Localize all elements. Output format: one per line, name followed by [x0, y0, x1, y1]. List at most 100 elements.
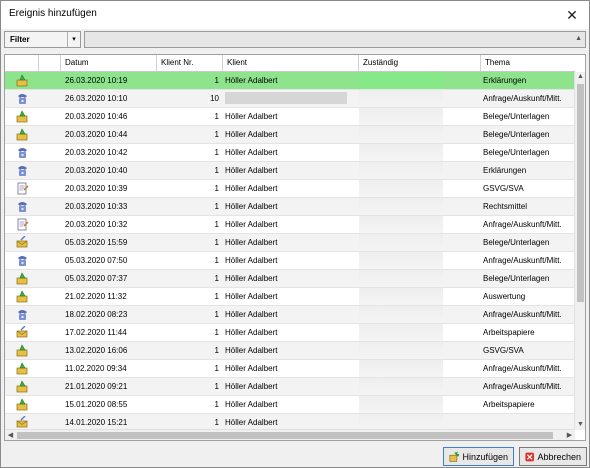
phone-icon	[5, 306, 39, 324]
chevron-up-icon[interactable]: ▲	[575, 35, 582, 42]
table-row[interactable]: 20.03.2020 10:40 1 Höller Adalbert Erklärun…	[5, 162, 575, 180]
table-row[interactable]: 21.02.2020 11:32 1 Höller Adalbert Auswertu…	[5, 288, 575, 306]
client-cell: Höller Adalbert	[225, 76, 278, 85]
filter-bar: Filter ▾ ▲	[4, 31, 586, 48]
client-cell: Höller Adalbert	[225, 166, 278, 175]
filter-input[interactable]: ▲	[84, 31, 586, 48]
vertical-scrollbar[interactable]: ▲ ▼	[574, 72, 585, 430]
header-klient[interactable]: Klient	[223, 55, 359, 71]
header-datum[interactable]: Datum	[61, 55, 157, 71]
redacted-zustaendig	[359, 90, 443, 107]
client-nr-cell: 1	[214, 274, 219, 283]
table-row[interactable]: 17.02.2020 11:44 1 Höller Adalbert Arbeitsp…	[5, 324, 575, 342]
table-row[interactable]: 15.01.2020 08:55 1 Höller Adalbert Arbeitsp…	[5, 396, 575, 414]
event-icon	[5, 108, 39, 126]
window-title: Ereignis hinzufügen	[9, 8, 97, 19]
redacted-zustaendig	[359, 144, 443, 161]
add-button-label: Hinzufügen	[462, 451, 508, 462]
client-nr-cell: 1	[214, 382, 219, 391]
phone-icon	[5, 90, 39, 108]
client-nr-cell: 1	[214, 112, 219, 121]
client-cell: Höller Adalbert	[225, 328, 278, 337]
table-row[interactable]: 05.03.2020 07:37 1 Höller Adalbert Belege/U…	[5, 270, 575, 288]
client-cell: Höller Adalbert	[225, 256, 278, 265]
table-row[interactable]: 11.02.2020 09:34 1 Höller Adalbert Anfrage/…	[5, 360, 575, 378]
mail-icon	[5, 234, 39, 252]
client-cell	[225, 90, 357, 108]
vertical-scroll-thumb[interactable]	[577, 84, 584, 302]
scroll-left-icon[interactable]: ◀	[5, 430, 16, 440]
table-row[interactable]: 20.03.2020 10:46 1 Höller Adalbert Belege/U…	[5, 108, 575, 126]
cancel-button[interactable]: Abbrechen	[519, 447, 587, 466]
table-row[interactable]: 26.03.2020 10:19 1 Höller Adalbert Erklärun…	[5, 72, 575, 90]
client-nr-cell: 1	[214, 292, 219, 301]
client-cell: Höller Adalbert	[225, 202, 278, 211]
redacted-zustaendig	[359, 288, 443, 305]
horizontal-scroll-thumb[interactable]	[17, 432, 553, 439]
header-blank-column	[39, 55, 61, 71]
table-row[interactable]: 05.03.2020 07:50 1 Höller Adalbert Anfrage/…	[5, 252, 575, 270]
topic-cell: Erklärungen	[483, 166, 527, 175]
date-cell: 20.03.2020 10:40	[65, 166, 128, 175]
date-cell: 20.03.2020 10:46	[65, 112, 128, 121]
close-button[interactable]: ✕	[555, 1, 589, 29]
event-icon	[5, 360, 39, 378]
add-button[interactable]: Hinzufügen	[443, 447, 514, 466]
redacted-zustaendig	[359, 198, 443, 215]
filter-label: Filter	[10, 35, 30, 44]
redacted-zustaendig	[359, 306, 443, 323]
client-cell: Höller Adalbert	[225, 184, 278, 193]
topic-cell: Rechtsmittel	[483, 202, 528, 211]
table-row[interactable]: 20.03.2020 10:33 1 Höller Adalbert Rechtsmi…	[5, 198, 575, 216]
client-cell: Höller Adalbert	[225, 148, 278, 157]
topic-cell: GSVG/SVA	[483, 346, 524, 355]
table-row[interactable]: 21.01.2020 09:21 1 Höller Adalbert Anfrage/…	[5, 378, 575, 396]
client-cell: Höller Adalbert	[225, 130, 278, 139]
client-cell: Höller Adalbert	[225, 400, 278, 409]
redacted-zustaendig	[359, 252, 443, 269]
client-nr-cell: 1	[214, 148, 219, 157]
topic-cell: Anfrage/Auskunft/Mitt.	[483, 310, 562, 319]
note-icon	[5, 180, 39, 198]
horizontal-scrollbar[interactable]: ◀ ▶	[5, 429, 575, 440]
client-cell: Höller Adalbert	[225, 292, 278, 301]
table-row[interactable]: 20.03.2020 10:44 1 Höller Adalbert Belege/U…	[5, 126, 575, 144]
date-cell: 20.03.2020 10:42	[65, 148, 128, 157]
client-nr-cell: 1	[214, 76, 219, 85]
table-row[interactable]: 18.02.2020 08:23 1 Höller Adalbert Anfrage/…	[5, 306, 575, 324]
client-nr-cell: 1	[214, 346, 219, 355]
date-cell: 13.02.2020 16:06	[65, 346, 128, 355]
header-zustaendig[interactable]: Zuständig	[359, 55, 481, 71]
table-row[interactable]: 20.03.2020 10:32 1 Höller Adalbert Anfrage/…	[5, 216, 575, 234]
header-thema[interactable]: Thema	[481, 55, 575, 71]
event-icon	[5, 342, 39, 360]
grid-rows: 26.03.2020 10:19 1 Höller Adalbert Erklärun…	[5, 72, 575, 432]
phone-icon	[5, 198, 39, 216]
scroll-right-icon[interactable]: ▶	[564, 430, 575, 440]
client-nr-cell: 1	[214, 220, 219, 229]
table-row[interactable]: 20.03.2020 10:39 1 Höller Adalbert GSVG/SVA	[5, 180, 575, 198]
scroll-up-icon[interactable]: ▲	[575, 72, 585, 82]
date-cell: 05.03.2020 07:37	[65, 274, 128, 283]
filter-dropdown[interactable]: Filter ▾	[4, 31, 81, 48]
redacted-zustaendig	[359, 216, 443, 233]
event-icon	[5, 378, 39, 396]
chevron-down-icon[interactable]: ▾	[67, 32, 80, 47]
mail-icon	[5, 324, 39, 342]
title-bar: Ereignis hinzufügen ✕	[1, 1, 589, 29]
redacted-zustaendig	[359, 126, 443, 143]
table-row[interactable]: 20.03.2020 10:42 1 Höller Adalbert Belege/U…	[5, 144, 575, 162]
topic-cell: Belege/Unterlagen	[483, 130, 550, 139]
cancel-icon	[525, 452, 535, 461]
table-row[interactable]: 26.03.2020 10:10 10 Anfrage/Auskunft/Mitt.	[5, 90, 575, 108]
header-klient-nr[interactable]: Klient Nr.	[157, 55, 223, 71]
client-nr-cell: 1	[214, 184, 219, 193]
date-cell: 05.03.2020 15:59	[65, 238, 128, 247]
close-icon: ✕	[566, 6, 578, 23]
table-row[interactable]: 13.02.2020 16:06 1 Höller Adalbert GSVG/SVA	[5, 342, 575, 360]
scroll-down-icon[interactable]: ▼	[575, 420, 585, 430]
events-grid[interactable]: Datum Klient Nr. Klient Zuständig Thema …	[4, 54, 586, 441]
table-row[interactable]: 05.03.2020 15:59 1 Höller Adalbert Belege/U…	[5, 234, 575, 252]
topic-cell: Belege/Unterlagen	[483, 238, 550, 247]
phone-icon	[5, 144, 39, 162]
